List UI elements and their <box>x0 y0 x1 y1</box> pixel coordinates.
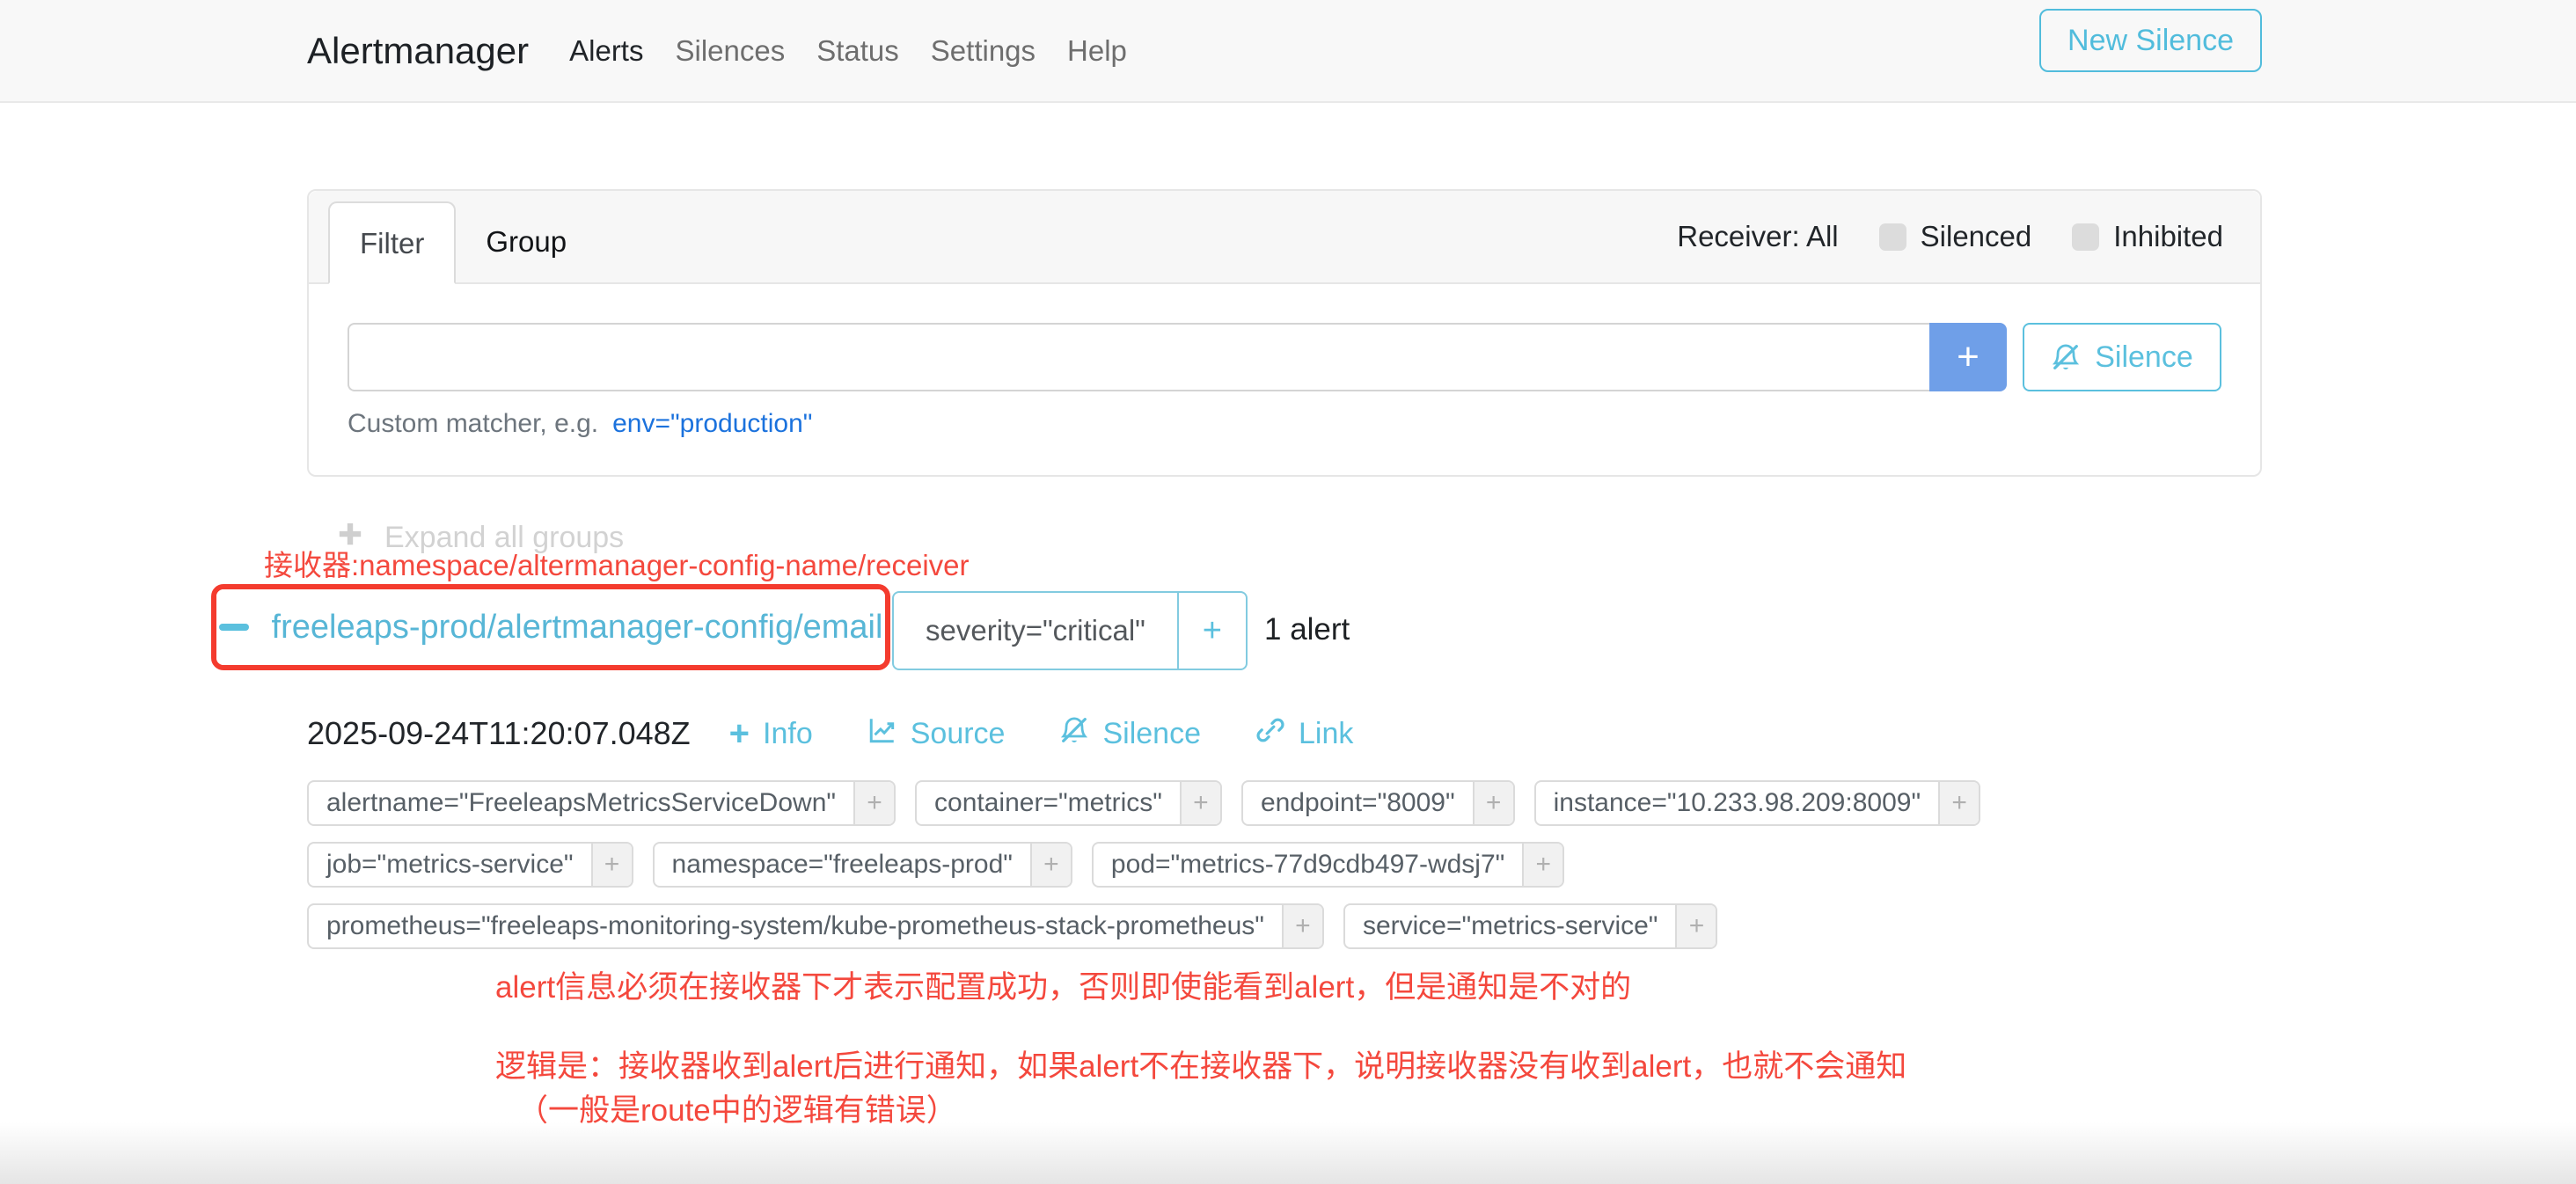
link-button[interactable]: Link <box>1255 715 1353 753</box>
nav-help[interactable]: Help <box>1067 34 1127 68</box>
label-row: alertname="FreeleapsMetricsServiceDown" … <box>307 780 1980 826</box>
alert-timestamp: 2025-09-24T11:20:07.048Z <box>307 715 691 752</box>
label-text: namespace="freeleaps-prod" <box>655 844 1030 886</box>
alertmanager-page: Alertmanager Alerts Silences Status Sett… <box>0 0 2576 1184</box>
nav-alerts[interactable]: Alerts <box>569 34 643 68</box>
label-add-button[interactable]: + <box>1522 844 1562 886</box>
silenced-checkbox[interactable]: Silenced <box>1879 220 2032 253</box>
matcher-input-row: + Silence <box>348 323 2221 391</box>
label-add-button[interactable]: + <box>1675 905 1716 947</box>
label-text: endpoint="8009" <box>1243 782 1473 824</box>
chart-icon <box>867 715 897 753</box>
annotation-success-note: alert信息必须在接收器下才表示配置成功，否则即使能看到alert，但是通知是… <box>495 962 1631 1007</box>
label-chip-container[interactable]: container="metrics" + <box>915 780 1222 826</box>
tab-filter[interactable]: Filter <box>328 201 456 284</box>
group-matcher-add-button[interactable]: + <box>1177 593 1246 669</box>
inhibited-label: Inhibited <box>2113 220 2223 253</box>
label-add-button[interactable]: + <box>1282 905 1322 947</box>
bell-slash-icon <box>2051 342 2081 372</box>
label-chip-prometheus[interactable]: prometheus="freeleaps-monitoring-system/… <box>307 903 1324 949</box>
label-add-button[interactable]: + <box>591 844 632 886</box>
receiver-selector[interactable]: Receiver: All <box>1677 220 1838 253</box>
label-chip-pod[interactable]: pod="metrics-77d9cdb497-wdsj7" + <box>1092 842 1564 888</box>
label-text: container="metrics" <box>917 782 1180 824</box>
label-chip-service[interactable]: service="metrics-service" + <box>1343 903 1718 949</box>
silence-alert-button[interactable]: Silence <box>1059 715 1201 753</box>
label-add-button[interactable]: + <box>1473 782 1513 824</box>
silence-alert-label: Silence <box>1102 717 1201 751</box>
label-chip-endpoint[interactable]: endpoint="8009" + <box>1241 780 1515 826</box>
plus-icon: + <box>729 719 750 749</box>
source-button[interactable]: Source <box>867 715 1006 753</box>
label-text: pod="metrics-77d9cdb497-wdsj7" <box>1094 844 1522 886</box>
silenced-label: Silenced <box>1921 220 2032 253</box>
matcher-example-link[interactable]: env="production" <box>612 409 812 439</box>
label-text: job="metrics-service" <box>309 844 591 886</box>
checkbox-icon[interactable] <box>1879 223 1906 251</box>
label-text: instance="10.233.98.209:8009" <box>1536 782 1938 824</box>
checkbox-icon[interactable] <box>2072 223 2099 251</box>
link-icon <box>1255 715 1285 753</box>
silence-filter-button[interactable]: Silence <box>2023 323 2221 391</box>
label-chip-instance[interactable]: instance="10.233.98.209:8009" + <box>1534 780 1980 826</box>
annotation-receiver-note: 接收器:namespace/altermanager-config-name/r… <box>264 542 970 584</box>
collapse-minus-icon <box>219 624 249 631</box>
screenshot-bottom-fade <box>0 1122 2576 1184</box>
brand-alertmanager[interactable]: Alertmanager <box>307 30 529 72</box>
inhibited-checkbox[interactable]: Inhibited <box>2072 220 2223 253</box>
group-matcher-label: severity="critical" <box>894 593 1177 669</box>
label-chip-alertname[interactable]: alertname="FreeleapsMetricsServiceDown" … <box>307 780 896 826</box>
label-add-button[interactable]: + <box>1938 782 1979 824</box>
label-row: prometheus="freeleaps-monitoring-system/… <box>307 903 1980 949</box>
group-matcher-button[interactable]: severity="critical" + <box>892 591 1248 670</box>
nav-settings[interactable]: Settings <box>931 34 1036 68</box>
label-add-button[interactable]: + <box>853 782 894 824</box>
info-label: Info <box>763 717 813 751</box>
alert-labels: alertname="FreeleapsMetricsServiceDown" … <box>307 780 1980 965</box>
receiver-group-label: freeleaps-prod/alertmanager-config/email <box>272 609 883 647</box>
label-chip-namespace[interactable]: namespace="freeleaps-prod" + <box>653 842 1072 888</box>
main-nav: Alerts Silences Status Settings Help <box>569 34 1127 68</box>
annotation-highlight-box: freeleaps-prod/alertmanager-config/email <box>211 584 890 670</box>
new-silence-button[interactable]: New Silence <box>2039 9 2262 72</box>
link-label: Link <box>1299 717 1353 751</box>
matcher-input[interactable] <box>348 323 1929 391</box>
nav-silences[interactable]: Silences <box>675 34 785 68</box>
add-matcher-button[interactable]: + <box>1929 323 2007 391</box>
annotation-logic-note-line1: 逻辑是：接收器收到alert后进行通知，如果alert不在接收器下，说明接收器没… <box>495 1041 1906 1086</box>
bell-slash-icon <box>1059 715 1089 753</box>
source-label: Source <box>911 717 1006 751</box>
matcher-input-group: + <box>348 323 2007 391</box>
label-add-button[interactable]: + <box>1180 782 1220 824</box>
label-row: job="metrics-service" + namespace="freel… <box>307 842 1980 888</box>
label-chip-job[interactable]: job="metrics-service" + <box>307 842 633 888</box>
top-navbar: Alertmanager Alerts Silences Status Sett… <box>0 0 2576 103</box>
alert-header-row: 2025-09-24T11:20:07.048Z + Info Source S… <box>307 709 1408 758</box>
nav-status[interactable]: Status <box>816 34 899 68</box>
alert-count: 1 alert <box>1264 609 1350 651</box>
filter-card-header: Filter Group Receiver: All Silenced Inhi… <box>309 191 2260 284</box>
receiver-group-button[interactable]: freeleaps-prod/alertmanager-config/email <box>216 589 885 665</box>
silence-filter-label: Silence <box>2095 340 2193 375</box>
filter-card: Filter Group Receiver: All Silenced Inhi… <box>307 189 2262 477</box>
hint-text: Custom matcher, e.g. <box>348 409 598 439</box>
label-text: prometheus="freeleaps-monitoring-system/… <box>309 905 1282 947</box>
matcher-hint: Custom matcher, e.g. env="production" <box>348 409 2221 439</box>
info-button[interactable]: + Info <box>729 717 813 751</box>
tab-group[interactable]: Group <box>456 201 596 284</box>
label-text: alertname="FreeleapsMetricsServiceDown" <box>309 782 853 824</box>
label-text: service="metrics-service" <box>1345 905 1676 947</box>
filter-card-tabs: Filter Group <box>328 201 596 284</box>
label-add-button[interactable]: + <box>1030 844 1071 886</box>
filter-card-body: + Silence Custom matcher, e.g. env="prod… <box>309 284 2260 439</box>
